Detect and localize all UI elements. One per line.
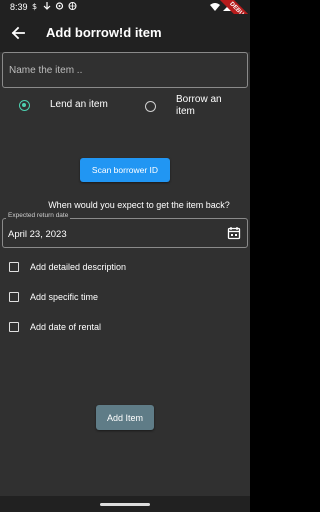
checkbox-icon[interactable] <box>9 262 19 272</box>
page-title: Add borrow!d item <box>46 25 162 40</box>
item-name-field[interactable] <box>2 52 248 88</box>
navigation-bar <box>0 496 250 512</box>
checkbox-label: Add specific time <box>30 292 99 302</box>
settings-icon <box>55 2 64 10</box>
download-icon <box>43 2 51 10</box>
checkbox-icon[interactable] <box>9 322 19 332</box>
dollar-icon: $ <box>32 2 37 11</box>
back-arrow-icon[interactable] <box>9 24 27 42</box>
radio-lend-label: Lend an item <box>50 99 108 110</box>
scan-borrower-id-button[interactable]: Scan borrower ID <box>80 158 170 182</box>
date-field-value[interactable]: April 23, 2023 <box>8 229 67 240</box>
calendar-icon[interactable] <box>227 226 241 240</box>
return-question: When would you expect to get the item ba… <box>48 200 230 210</box>
checkbox-label: Add date of rental <box>30 322 102 332</box>
status-time: 8:39 <box>10 2 28 12</box>
checkbox-label: Add detailed description <box>30 262 127 272</box>
radio-borrow-label: Borrow an item <box>176 94 222 117</box>
radio-lend-item[interactable]: Lend an item <box>19 99 108 111</box>
app-screen: 8:39 $ DEBUG Add borrow!d item Lend an i… <box>0 0 250 512</box>
status-bar: 8:39 $ DEBUG <box>0 0 250 33</box>
notification-icons: $ <box>32 1 77 11</box>
svg-text:$: $ <box>32 2 37 11</box>
add-item-button[interactable]: Add Item <box>96 405 154 430</box>
checkbox-detailed-description[interactable]: Add detailed description <box>9 262 126 272</box>
radio-unselected-icon[interactable] <box>145 100 156 112</box>
date-field-label: Expected return date <box>6 212 71 219</box>
wifi-icon <box>210 3 220 11</box>
app-bar: Add borrow!d item <box>0 14 250 52</box>
radio-borrow-item[interactable]: Borrow an item <box>145 94 236 118</box>
item-name-input[interactable] <box>3 53 247 87</box>
checkbox-icon[interactable] <box>9 292 19 302</box>
checkbox-date-of-rental[interactable]: Add date of rental <box>9 322 101 332</box>
radio-selected-icon[interactable] <box>19 99 30 111</box>
home-gesture-handle[interactable] <box>100 503 150 506</box>
checkbox-specific-time[interactable]: Add specific time <box>9 292 98 302</box>
globe-icon <box>68 2 77 10</box>
